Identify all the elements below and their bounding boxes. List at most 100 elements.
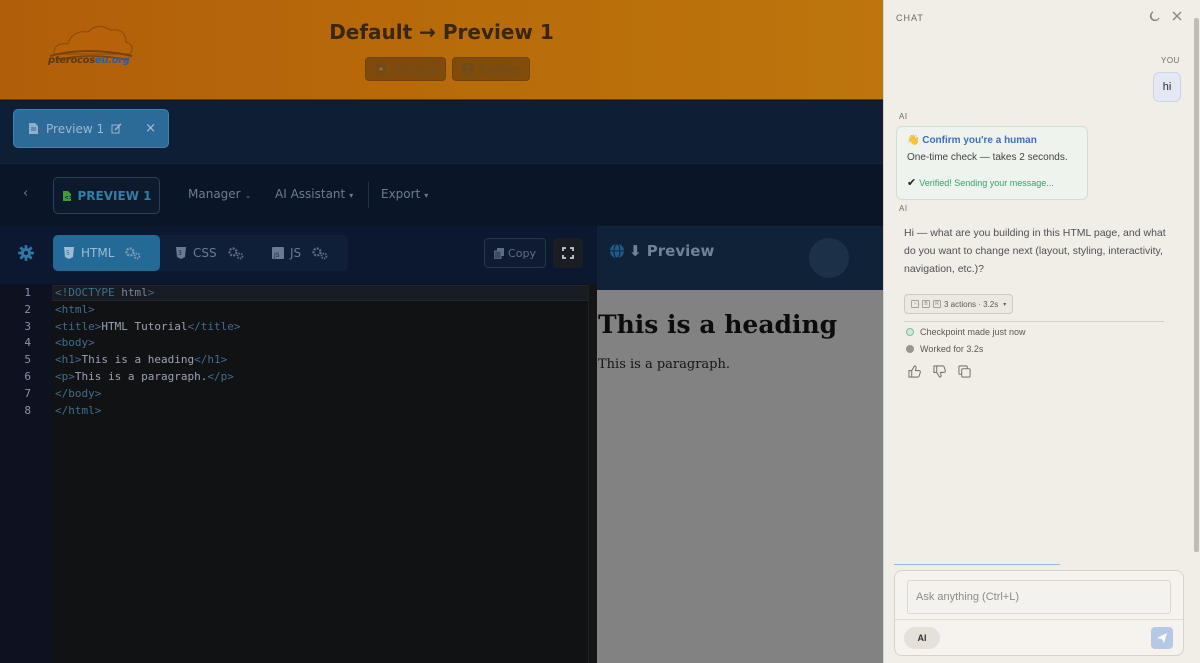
thumbs-up-icon[interactable] [908,365,921,378]
file-tab-preview-1[interactable]: Preview 1 × [13,109,169,148]
svg-text:3: 3 [178,250,182,257]
moon-icon[interactable] [1149,11,1160,22]
human-verification-card[interactable]: 👋 Confirm you're a human One-time check … [896,126,1088,200]
checkmark-icon: ✔ [907,177,917,189]
chat-scrollbar[interactable] [1192,4,1200,552]
file-tabs-bar: Preview 1 × [0,101,883,163]
svg-text:JS: JS [273,252,280,259]
page-title: Default → Preview 1 [329,20,554,44]
svg-text:5: 5 [66,250,70,257]
js-settings-cog-icon[interactable] [311,246,328,260]
file-icon [29,123,38,134]
code-line: <title>HTML Tutorial</title> [55,320,241,333]
caret-down-icon: ▾ [349,191,354,200]
fullscreen-button[interactable] [553,238,583,268]
thumbs-down-icon[interactable] [933,365,946,378]
action-icon: B [922,300,930,308]
code-line: <h1>This is a heading</h1> [55,353,228,366]
editor-scrollbar[interactable] [588,284,597,663]
chat-scrollbar-thumb[interactable] [1194,18,1199,552]
settings-label: Settings [392,62,438,76]
send-icon [1157,633,1167,643]
tab-js[interactable]: JS JS [262,235,338,271]
html-settings-cog-icon[interactable] [124,246,141,260]
menu-manager[interactable]: Manager ⌄ [188,187,251,201]
clock-icon [906,345,914,353]
ai-label: AI [899,112,908,121]
language-tabs: 5 HTML 3 CSS JS JS [53,235,348,271]
code-line: <!DOCTYPE html> [55,286,155,299]
line-number: 3 [24,320,31,333]
line-number: 8 [24,404,31,417]
menu-divider [368,182,369,208]
line-number: 4 [24,336,31,349]
tab-js-label: JS [290,246,302,260]
menu-bar: ‹ <> PREVIEW 1 Manager ⌄ AI Assistant ▾ Ex… [0,163,883,225]
composer-divider [895,619,1183,620]
action-icon: R [933,300,941,308]
caret-down-icon: ▾ [424,191,429,200]
gear-icon [375,62,388,76]
checkpoint-check-icon [906,328,914,336]
line-gutter: 1 2 3 4 5 6 7 8 [0,284,52,663]
svg-text:<>: <> [64,195,72,201]
copy-label: Copy [508,246,536,260]
editor-toolbar: 5 HTML 3 CSS JS JS Copy [0,226,597,284]
menu-ai-assistant[interactable]: AI Assistant ▾ [275,187,353,201]
globe-icon [610,243,624,259]
preview-action-button[interactable] [809,238,849,278]
checkpoint-status: Checkpoint made just now [906,327,1026,337]
editor-settings-gear-icon[interactable] [17,244,35,262]
file-code-icon: <> [62,190,72,201]
ai-label: AI [899,204,908,213]
you-label: YOU [1161,56,1180,65]
menu-export[interactable]: Export ▾ [381,187,428,201]
css-settings-cog-icon[interactable] [227,246,244,260]
copy-button[interactable]: Copy [484,238,546,268]
code-line: </body> [55,387,102,400]
chat-input[interactable] [907,580,1171,614]
top-header: pterocoseu.org Default → Preview 1 Setti… [0,0,883,100]
edit-icon[interactable] [111,123,122,134]
copy-icon[interactable] [958,365,971,378]
tab-html-label: HTML [81,246,115,260]
code-editor[interactable]: 1 2 3 4 5 6 7 8 <!DOCTYPE html> <html> <… [0,284,597,663]
user-message: hi [1153,72,1181,102]
chevron-down-icon: ⌄ [244,191,252,200]
tab-css[interactable]: 3 CSS [165,235,254,271]
back-chevron-icon[interactable]: ‹ [23,186,28,201]
js-icon: JS [272,247,284,259]
feedback-actions [908,365,971,378]
preview-title: ⬇ Preview [609,242,714,260]
context-progress-line [894,564,1060,565]
chat-title: CHAT [896,13,924,23]
ai-mode-chip[interactable]: AI [904,627,940,649]
line-number: 2 [24,303,31,316]
editor-app: pterocoseu.org Default → Preview 1 Setti… [0,0,883,663]
preview-frame: This is a heading This is a paragraph. [597,290,883,663]
code-line: <body> [55,336,95,349]
ai-message: Hi — what are you building in this HTML … [904,227,1166,275]
preview-heading: This is a heading [598,310,838,339]
tab-html[interactable]: 5 HTML [53,235,160,271]
actions-summary-toggle[interactable]: ~ B R 3 actions · 3.2s ▾ [904,294,1014,314]
close-tab-icon[interactable]: × [145,121,156,136]
line-number: 5 [24,353,31,366]
preview-paragraph: This is a paragraph. [598,357,730,372]
tab-css-label: CSS [193,246,217,260]
close-icon[interactable] [1172,11,1182,21]
preview-1-label: PREVIEW 1 [77,188,152,203]
preview-1-button[interactable]: <> PREVIEW 1 [53,177,160,214]
explore-button[interactable]: Explore [452,57,530,81]
code-line: <html> [55,303,95,316]
preview-header: ⬇ Preview [597,226,883,290]
actions-summary-label: 3 actions · 3.2s [944,299,999,309]
line-number: 6 [24,370,31,383]
settings-button[interactable]: Settings [365,57,447,81]
action-icon: ~ [911,300,919,308]
header-buttons: Settings Explore [0,57,883,81]
send-button[interactable] [1151,627,1173,649]
code-line: </html> [55,404,102,417]
expand-icon [562,247,574,259]
chevron-down-icon: ▾ [1003,301,1007,308]
